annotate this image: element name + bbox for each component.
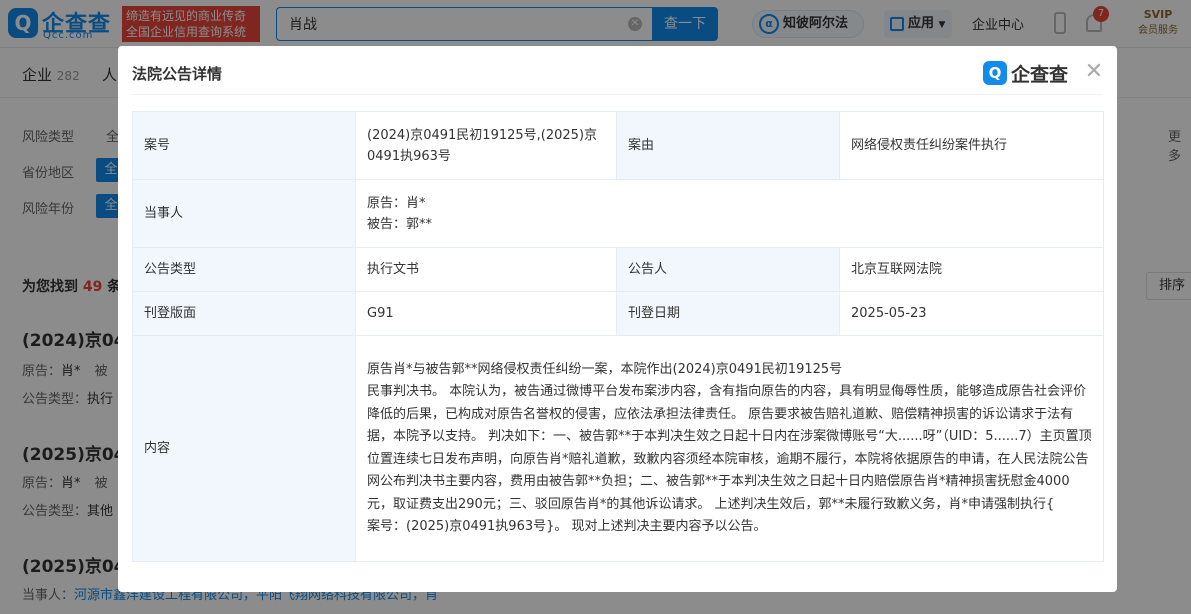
notice-type-value: 执行文书: [355, 247, 617, 292]
qcc-logo-icon: Q: [983, 61, 1007, 85]
content-value: 原告肖*与被告郭**网络侵权责任纠纷一案，本院作出(2024)京0491民初19…: [355, 335, 1104, 562]
table-row: 公告类型 执行文书 公告人 北京互联网法院: [132, 247, 1104, 292]
case-no-value: (2024)京0491民初19125号,(2025)京0491执963号: [355, 111, 617, 180]
plaintiff: 原告：肖*: [367, 195, 426, 211]
court-notice-dialog: 法院公告详情 Q 企查查 ✕ 案号 (2024)京0491民初19125号,(2…: [118, 46, 1117, 592]
defendant: 被告：郭**: [367, 216, 433, 232]
content-paragraph: 民事判决书。 本院认为，被告通过微博平台发布案涉内容，含有指向原告的内容，具有明…: [367, 384, 1092, 512]
publish-date-label: 刊登日期: [616, 291, 840, 336]
table-row: 当事人 原告：肖* 被告：郭**: [132, 179, 1104, 248]
table-row: 案号 (2024)京0491民初19125号,(2025)京0491执963号 …: [132, 111, 1104, 180]
publish-page-label: 刊登版面: [132, 291, 356, 336]
announcer-value: 北京互联网法院: [839, 247, 1104, 292]
notice-detail-table: 案号 (2024)京0491民初19125号,(2025)京0491执963号 …: [132, 111, 1104, 562]
table-row: 内容 原告肖*与被告郭**网络侵权责任纠纷一案，本院作出(2024)京0491民…: [132, 335, 1104, 562]
content-paragraph: 案号：(2025)京0491执963号}。 现对上述判决主要内容予以公告。: [367, 519, 767, 534]
publish-page-value: G91: [355, 291, 617, 336]
parties-value: 原告：肖* 被告：郭**: [355, 179, 1104, 248]
content-label: 内容: [132, 335, 356, 562]
parties-label: 当事人: [132, 179, 356, 248]
table-row: 刊登版面 G91 刊登日期 2025-05-23: [132, 291, 1104, 336]
close-icon[interactable]: ✕: [1082, 60, 1106, 84]
notice-type-label: 公告类型: [132, 247, 356, 292]
qcc-logo: Q 企查查: [983, 60, 1077, 86]
content-paragraph: 原告肖*与被告郭**网络侵权责任纠纷一案，本院作出(2024)京0491民初19…: [367, 361, 843, 377]
logo-text: 企查查: [1011, 64, 1069, 86]
divider: [132, 94, 1103, 95]
publish-date-value: 2025-05-23: [839, 291, 1104, 336]
announcer-label: 公告人: [616, 247, 840, 292]
cause-label: 案由: [616, 111, 840, 180]
dialog-title: 法院公告详情: [132, 65, 223, 83]
cause-value: 网络侵权责任纠纷案件执行: [839, 111, 1104, 180]
case-no-label: 案号: [132, 111, 356, 180]
